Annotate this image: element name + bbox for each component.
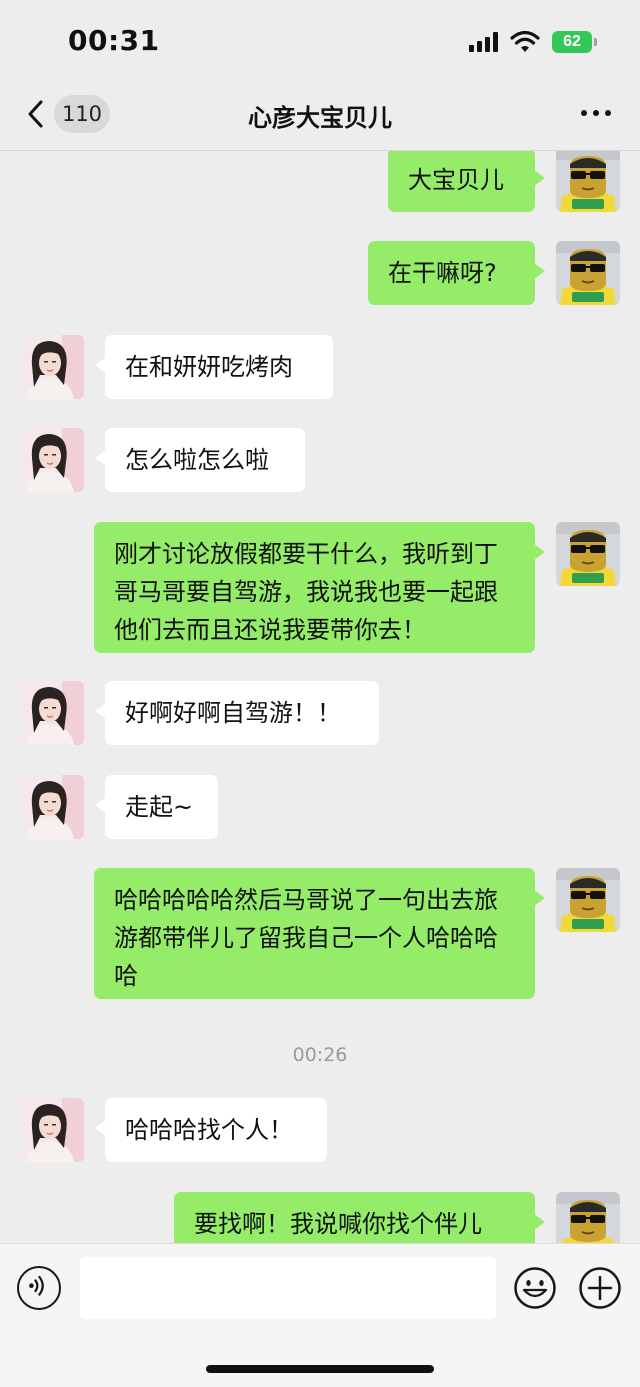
wifi-icon (510, 30, 540, 52)
chat-screen: 00:31 62 110 心彦大宝贝儿 大宝贝儿 在干嘛呀? 在和妍妍吃烤肉 怎… (0, 0, 640, 1387)
message-bubble-self[interactable]: 要找啊！我说喊你找个伴儿 (174, 1192, 545, 1243)
voice-icon[interactable] (17, 1266, 61, 1310)
message-bubble-contact[interactable]: 怎么啦怎么啦 (95, 428, 305, 492)
cellular-signal-icon (469, 32, 501, 52)
status-bar: 00:31 62 (0, 0, 640, 86)
contact-avatar[interactable] (20, 775, 84, 839)
plus-icon[interactable] (578, 1266, 622, 1310)
time-divider: 00:26 (292, 1044, 348, 1066)
self-avatar[interactable] (556, 151, 620, 212)
input-bar (0, 1243, 640, 1387)
contact-avatar[interactable] (20, 681, 84, 745)
emoji-icon[interactable] (513, 1266, 557, 1310)
message-bubble-self[interactable]: 刚才讨论放假都要干什么，我听到丁哥马哥要自驾游，我说我也要一起跟他们去而且还说我… (94, 522, 545, 653)
battery-icon: 62 (552, 31, 598, 53)
status-time: 00:31 (68, 24, 160, 57)
message-list[interactable]: 大宝贝儿 在干嘛呀? 在和妍妍吃烤肉 怎么啦怎么啦 刚才讨论放假都要干什么，我听… (0, 151, 640, 1243)
message-bubble-contact[interactable]: 哈哈哈找个人！ (95, 1098, 327, 1162)
message-bubble-contact[interactable]: 好啊好啊自驾游！！ (95, 681, 379, 745)
message-bubble-contact[interactable]: 在和妍妍吃烤肉 (95, 335, 333, 399)
self-avatar[interactable] (556, 868, 620, 932)
self-avatar[interactable] (556, 522, 620, 586)
contact-avatar[interactable] (20, 335, 84, 399)
message-bubble-self[interactable]: 大宝贝儿 (388, 151, 545, 212)
self-avatar[interactable] (556, 241, 620, 305)
message-bubble-self[interactable]: 在干嘛呀? (368, 241, 545, 305)
self-avatar[interactable] (556, 1192, 620, 1243)
message-bubble-self[interactable]: 哈哈哈哈哈然后马哥说了一句出去旅游都带伴儿了留我自己一个人哈哈哈哈 (94, 868, 545, 999)
contact-avatar[interactable] (20, 1098, 84, 1162)
battery-level: 62 (563, 33, 581, 50)
message-bubble-contact[interactable]: 走起~ (95, 775, 218, 839)
message-input[interactable] (80, 1257, 496, 1319)
home-indicator[interactable] (206, 1365, 434, 1373)
chat-title: 心彦大宝贝儿 (248, 104, 392, 132)
more-options-icon[interactable] (581, 110, 611, 118)
contact-avatar[interactable] (20, 428, 84, 492)
nav-bar: 110 心彦大宝贝儿 (0, 86, 640, 150)
